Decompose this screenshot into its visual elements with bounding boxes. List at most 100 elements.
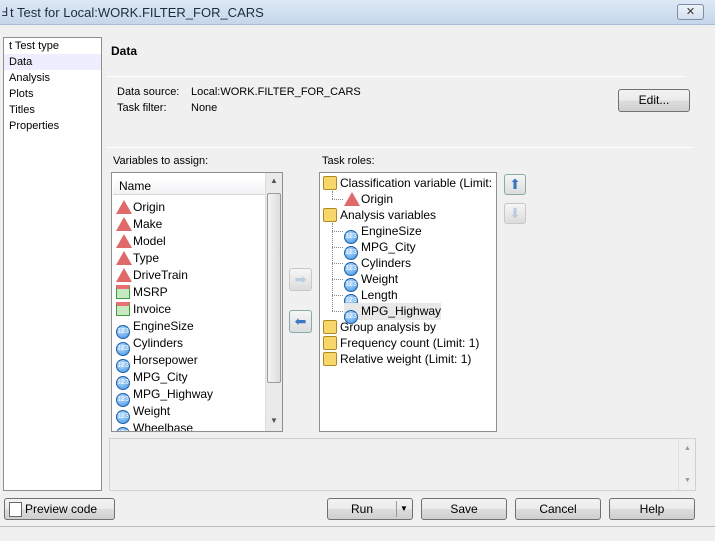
character-variable-icon <box>116 268 132 282</box>
variable-name: EngineSize <box>133 319 194 333</box>
classification-role-icon <box>323 320 337 334</box>
role-item[interactable]: Group analysis by <box>323 319 436 336</box>
variable-name: Model <box>133 234 166 248</box>
role-item-label: Weight <box>361 272 399 286</box>
add-right-arrow-button[interactable]: ➡ <box>289 268 312 291</box>
variable-name: MSRP <box>133 285 168 299</box>
analysis-role-icon <box>323 336 337 350</box>
variable-item[interactable]: Make <box>116 216 162 233</box>
save-button[interactable]: Save <box>421 498 507 520</box>
role-item-label: MPG_City <box>361 240 416 254</box>
role-item-label: Group analysis by <box>340 320 437 334</box>
nav-item-properties[interactable]: Properties <box>4 118 101 134</box>
currency-variable-icon <box>116 285 130 299</box>
role-variable-item[interactable]: 123 Weight <box>332 271 399 292</box>
character-variable-icon <box>344 192 360 206</box>
nav-list: t Test type Data Analysis Plots Titles P… <box>3 37 102 491</box>
role-item-label: Relative weight (Limit: 1) <box>340 352 472 366</box>
task-filter-label: Task filter: <box>117 102 167 114</box>
role-item-label: Length <box>361 288 398 302</box>
name-column-header[interactable]: Name <box>113 178 265 195</box>
notepad-icon <box>9 502 22 517</box>
run-button[interactable]: Run ▼ <box>327 498 413 520</box>
edit-button[interactable]: Edit... <box>618 89 690 112</box>
task-roles-tree[interactable]: Classification variable (Limit: 1) Origin… <box>319 172 497 432</box>
role-variable-item[interactable]: Origin <box>332 191 393 208</box>
role-variable-item[interactable]: 123 Cylinders <box>332 255 412 276</box>
variable-item[interactable]: MSRP <box>116 284 168 301</box>
variable-name: Invoice <box>133 302 172 316</box>
variables-list[interactable]: Name Origin Make Model Type DriveTrain MSRP In… <box>111 172 283 432</box>
role-variable-item[interactable]: 123 MPG_City <box>332 239 416 260</box>
variables-label: Variables to assign: <box>113 155 209 167</box>
character-variable-icon <box>116 234 132 248</box>
variable-name: Make <box>133 217 163 231</box>
role-item[interactable]: Relative weight (Limit: 1) <box>323 351 471 368</box>
role-item-label: Cylinders <box>361 256 412 270</box>
variable-name: DriveTrain <box>133 268 188 282</box>
scroll-thumb[interactable] <box>267 193 281 383</box>
numeric-variable-icon: 123 <box>116 427 130 431</box>
role-item[interactable]: Classification variable (Limit: 1) <box>323 175 497 192</box>
description-area[interactable]: ▲ ▼ <box>109 438 696 491</box>
preview-code-label: Preview code <box>25 502 98 516</box>
nav-item-titles[interactable]: Titles <box>4 102 101 118</box>
nav-item-plots[interactable]: Plots <box>4 86 101 102</box>
variable-name: MPG_City <box>133 370 188 384</box>
variable-name: Horsepower <box>133 353 198 367</box>
nav-item-data[interactable]: Data <box>4 54 101 70</box>
divider <box>106 147 693 148</box>
move-up-button[interactable]: ⬆ <box>504 174 526 195</box>
description-scrollbar[interactable]: ▲ ▼ <box>678 439 695 490</box>
data-source-label: Data source: <box>117 86 180 98</box>
variable-name: Wheelbase <box>133 421 194 432</box>
role-item-label: EngineSize <box>361 224 422 238</box>
remove-left-arrow-button[interactable]: ⬅ <box>289 310 312 333</box>
nav-item-t-test-type[interactable]: t Test type <box>4 38 101 54</box>
role-variable-item[interactable]: 123 EngineSize <box>332 223 422 244</box>
role-variable-item[interactable]: 123 MPG_Highway <box>332 303 442 324</box>
task-filter-value: None <box>191 102 218 114</box>
role-item[interactable]: Frequency count (Limit: 1) <box>323 335 479 352</box>
character-variable-icon <box>116 200 132 214</box>
title-bar: Ⅎ t Test for Local:WORK.FILTER_FOR_CARS … <box>0 0 715 25</box>
move-down-button[interactable]: ⬇ <box>504 203 526 224</box>
role-item[interactable]: Analysis variables <box>323 207 436 224</box>
analysis-role-icon <box>323 208 337 222</box>
variable-item[interactable]: 123 Weight <box>116 403 171 424</box>
window-title: t Test for Local:WORK.FILTER_FOR_CARS <box>10 5 264 20</box>
task-roles-label: Task roles: <box>322 155 375 167</box>
section-title: Data <box>111 44 138 58</box>
preview-code-button[interactable]: Preview code <box>4 498 115 520</box>
variable-item[interactable]: 123 MPG_City <box>116 369 188 390</box>
role-item-label: MPG_Highway <box>361 304 442 318</box>
help-button[interactable]: Help <box>609 498 695 520</box>
variable-item[interactable]: Model <box>116 233 166 250</box>
cancel-button[interactable]: Cancel <box>515 498 601 520</box>
variable-name: Type <box>133 251 160 265</box>
variable-name: Weight <box>133 404 171 418</box>
variable-item[interactable]: Type <box>116 250 159 267</box>
classification-role-icon <box>323 176 337 190</box>
character-variable-icon <box>116 251 132 265</box>
variable-item[interactable]: 123 EngineSize <box>116 318 194 339</box>
run-dropdown-icon[interactable]: ▼ <box>400 499 408 519</box>
close-button[interactable]: ✕ <box>677 4 704 20</box>
variable-name: Cylinders <box>133 336 184 350</box>
role-item-label: Classification variable (Limit: 1) <box>340 176 497 190</box>
variable-name: MPG_Highway <box>133 387 214 401</box>
variable-item[interactable]: Invoice <box>116 301 171 318</box>
variable-item[interactable]: 123Wheelbase <box>116 420 194 432</box>
variable-item[interactable]: 123 Cylinders <box>116 335 184 356</box>
run-label: Run <box>350 502 373 516</box>
variable-item[interactable]: Origin <box>116 199 165 216</box>
variable-name: Origin <box>133 200 166 214</box>
variable-item[interactable]: 123 Horsepower <box>116 352 198 373</box>
variables-scrollbar[interactable]: ▲ ▼ <box>265 173 282 431</box>
nav-item-analysis[interactable]: Analysis <box>4 70 101 86</box>
variable-item[interactable]: DriveTrain <box>116 267 188 284</box>
variable-item[interactable]: 123 MPG_Highway <box>116 386 214 407</box>
role-variable-item[interactable]: 123 Length <box>332 287 398 308</box>
currency-variable-icon <box>116 302 130 316</box>
character-variable-icon <box>116 217 132 231</box>
